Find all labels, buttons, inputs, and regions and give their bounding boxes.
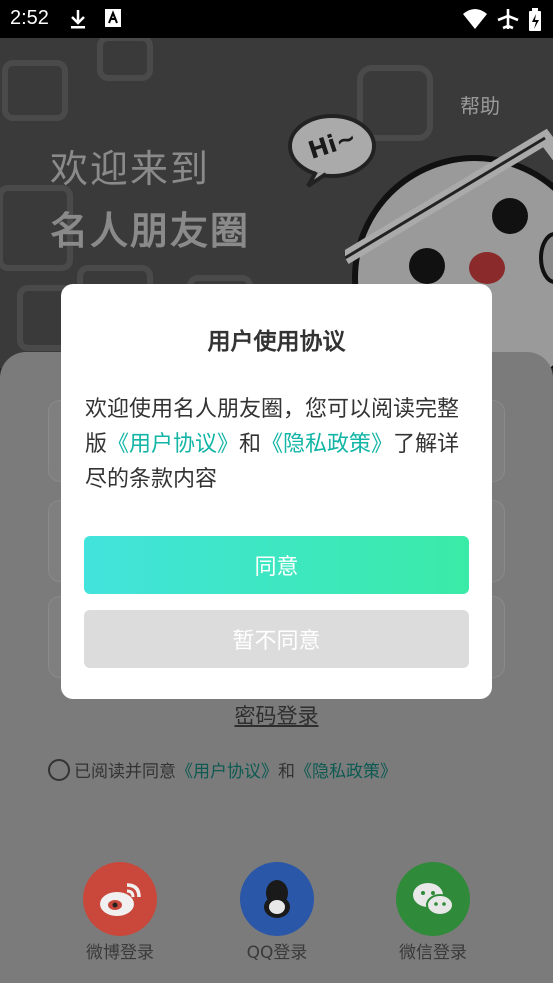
privacy-policy-link[interactable]: 《隐私政策》 [261, 432, 393, 457]
user-agreement-link[interactable]: 《用户协议》 [107, 432, 239, 457]
dialog-title: 用户使用协议 [207, 329, 346, 355]
agree-button[interactable]: 同意 [84, 536, 469, 594]
user-agreement-dialog: 用户使用协议 欢迎使用名人朋友圈，您可以阅读完整版《用户协议》和《隐私政策》了解… [61, 284, 492, 699]
dialog-body-and: 和 [239, 432, 262, 457]
dialog-body: 欢迎使用名人朋友圈，您可以阅读完整版《用户协议》和《隐私政策》了解详尽的条款内容 [85, 392, 470, 497]
decline-button[interactable]: 暂不同意 [84, 610, 469, 668]
